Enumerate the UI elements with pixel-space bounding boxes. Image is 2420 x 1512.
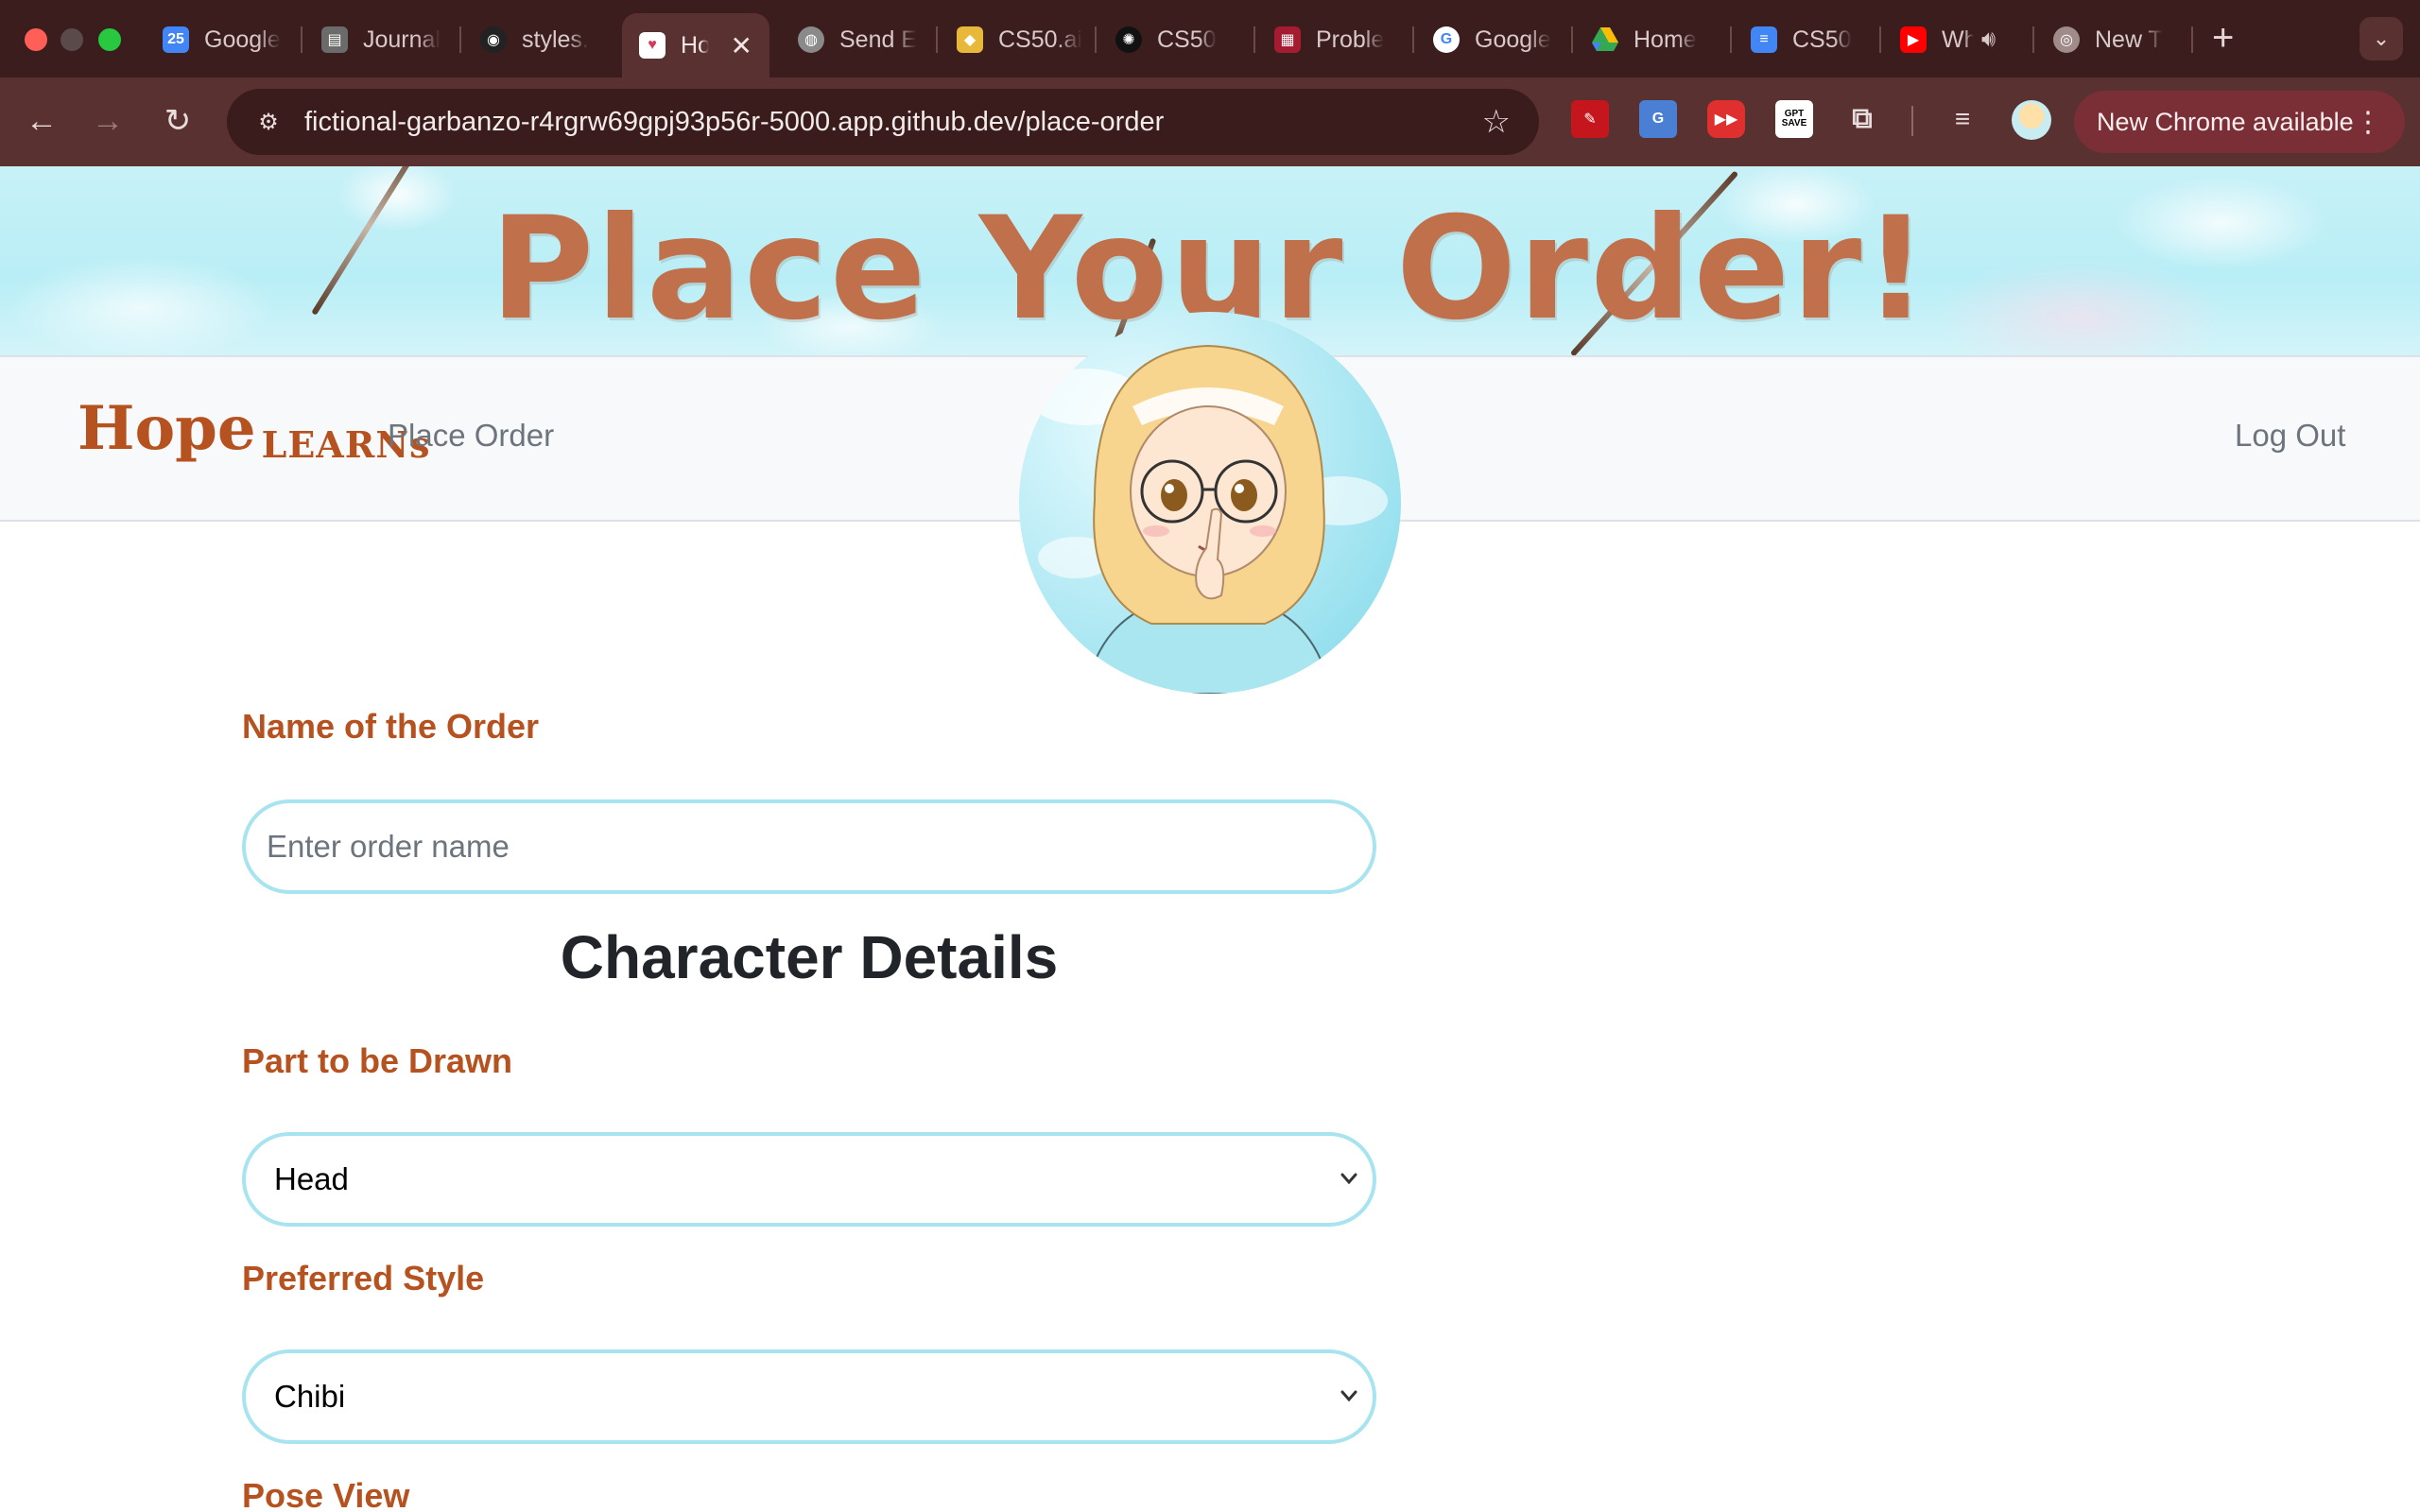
tab-label: CS50 — [1157, 26, 1217, 53]
tab-drive-home[interactable]: Home — [1575, 13, 1730, 66]
heart-icon: ♥ — [639, 32, 666, 59]
new-tab-icon[interactable]: + — [2212, 17, 2234, 60]
globe-icon: ◍ — [798, 26, 824, 53]
tab-google[interactable]: G Google — [1416, 13, 1571, 66]
chevron-down-icon — [1340, 1390, 1357, 1402]
part-to-draw-value: Head — [274, 1161, 349, 1196]
tab-strip: 25 Google ▤ Journal ◉ styles. ♥ Hope ✕ ◍… — [0, 0, 2420, 77]
translate-extension-icon[interactable]: G — [1639, 100, 1677, 138]
url-text[interactable]: fictional-garbanzo-r4rgrw69gpj93p56r-500… — [304, 107, 1164, 138]
brand-logo-part1: Hope — [78, 393, 256, 464]
profile-avatar[interactable] — [2012, 100, 2051, 140]
duck-icon: ◆ — [957, 26, 983, 53]
preferred-style-select[interactable]: Chibi — [242, 1349, 1376, 1444]
order-name-label: Name of the Order — [242, 707, 540, 746]
tab-label: Send E — [839, 26, 918, 53]
window-minimize-button[interactable] — [60, 28, 83, 51]
nav-place-order[interactable]: Place Order — [388, 418, 554, 454]
back-icon[interactable]: ← — [21, 100, 62, 142]
notebook-icon: ▤ — [321, 26, 348, 53]
window-close-button[interactable] — [25, 28, 47, 51]
youtube-extension-icon[interactable]: ▶▶ — [1707, 100, 1745, 138]
character-illustration — [1028, 344, 1388, 694]
speaker-icon[interactable]: 🔊︎ — [1981, 26, 1996, 53]
browser-toolbar: ← → ↻ ⚙ fictional-garbanzo-r4rgrw69gpj93… — [0, 77, 2420, 166]
window-maximize-button[interactable] — [98, 28, 121, 51]
openai-icon: ✺ — [1115, 26, 1142, 53]
tab-hope-active[interactable]: ♥ Hope ✕ — [622, 13, 769, 77]
pose-view-label: Pose View — [242, 1476, 410, 1512]
tab-cs50-openai[interactable]: ✺ CS50 — [1098, 13, 1253, 66]
gpt-save-extension-icon[interactable]: GPT SAVE — [1775, 100, 1813, 138]
pdf-extension-icon[interactable]: ✎ — [1571, 100, 1609, 138]
tab-label: CS50.ai — [998, 26, 1082, 53]
tab-github[interactable]: ◉ styles. — [463, 13, 618, 66]
tab-label: styles. — [522, 26, 589, 53]
preferred-style-value: Chibi — [274, 1379, 346, 1414]
docs-icon: ≡ — [1751, 26, 1777, 53]
extensions-puzzle-icon[interactable]: ⧉ — [1843, 100, 1881, 138]
tab-problem[interactable]: ▦ Proble — [1257, 13, 1412, 66]
tab-send-email[interactable]: ◍ Send E — [781, 13, 936, 66]
tab-new-tab[interactable]: ◎ New T — [2036, 13, 2191, 66]
part-to-draw-select[interactable]: Head — [242, 1132, 1376, 1227]
youtube-icon: ▶ — [1900, 26, 1927, 53]
chrome-icon: ◎ — [2053, 26, 2080, 53]
preferred-style-label: Preferred Style — [242, 1259, 485, 1297]
media-controls-icon[interactable]: ≡ — [1944, 100, 1981, 138]
more-menu-icon[interactable]: ⋮ — [2354, 106, 2382, 139]
tab-journal[interactable]: ▤ Journal — [304, 13, 459, 66]
address-bar[interactable]: ⚙ fictional-garbanzo-r4rgrw69gpj93p56r-5… — [227, 89, 1539, 155]
brand-logo[interactable]: Hope LEARNs — [78, 399, 431, 484]
chevron-down-icon — [1340, 1173, 1357, 1185]
tab-cs50-ai[interactable]: ◆ CS50.ai — [940, 13, 1095, 66]
tab-youtube[interactable]: ▶ Wh 🔊︎ — [1883, 13, 2025, 66]
tab-label: Google — [204, 26, 281, 53]
calendar-icon: 25 — [163, 26, 189, 53]
tab-cs50-docs[interactable]: ≡ CS50 — [1734, 13, 1889, 66]
tab-label: Hope — [681, 31, 709, 59]
google-icon: G — [1433, 26, 1460, 53]
tab-label: Proble — [1316, 26, 1385, 53]
order-name-input[interactable] — [242, 799, 1376, 894]
tab-label: Journal — [363, 26, 441, 53]
drive-icon — [1592, 26, 1618, 53]
tab-label: New T — [2095, 26, 2163, 53]
harvard-icon: ▦ — [1274, 26, 1301, 53]
tab-label: Home — [1634, 26, 1697, 53]
forward-icon[interactable]: → — [87, 100, 129, 142]
character-details-heading: Character Details — [560, 923, 1059, 991]
site-info-icon[interactable]: ⚙ — [251, 105, 285, 139]
chevron-down-icon[interactable]: ⌄ — [2360, 17, 2403, 60]
close-tab-icon[interactable]: ✕ — [731, 30, 752, 61]
tab-google-calendar[interactable]: 25 Google — [146, 13, 301, 66]
tab-label: Wh — [1942, 26, 1974, 53]
tab-label: CS50 — [1792, 26, 1852, 53]
profile-illustration — [1019, 312, 1401, 694]
update-label: New Chrome available — [2097, 107, 2354, 136]
github-icon: ◉ — [480, 26, 507, 53]
part-to-draw-label: Part to be Drawn — [242, 1041, 513, 1080]
nav-log-out[interactable]: Log Out — [2235, 418, 2345, 454]
bookmark-star-icon[interactable]: ☆ — [1482, 103, 1511, 141]
new-chrome-available-button[interactable]: New Chrome available ⋮ — [2074, 91, 2405, 153]
reload-icon[interactable]: ↻ — [157, 100, 199, 142]
tab-label: Google — [1475, 26, 1551, 53]
